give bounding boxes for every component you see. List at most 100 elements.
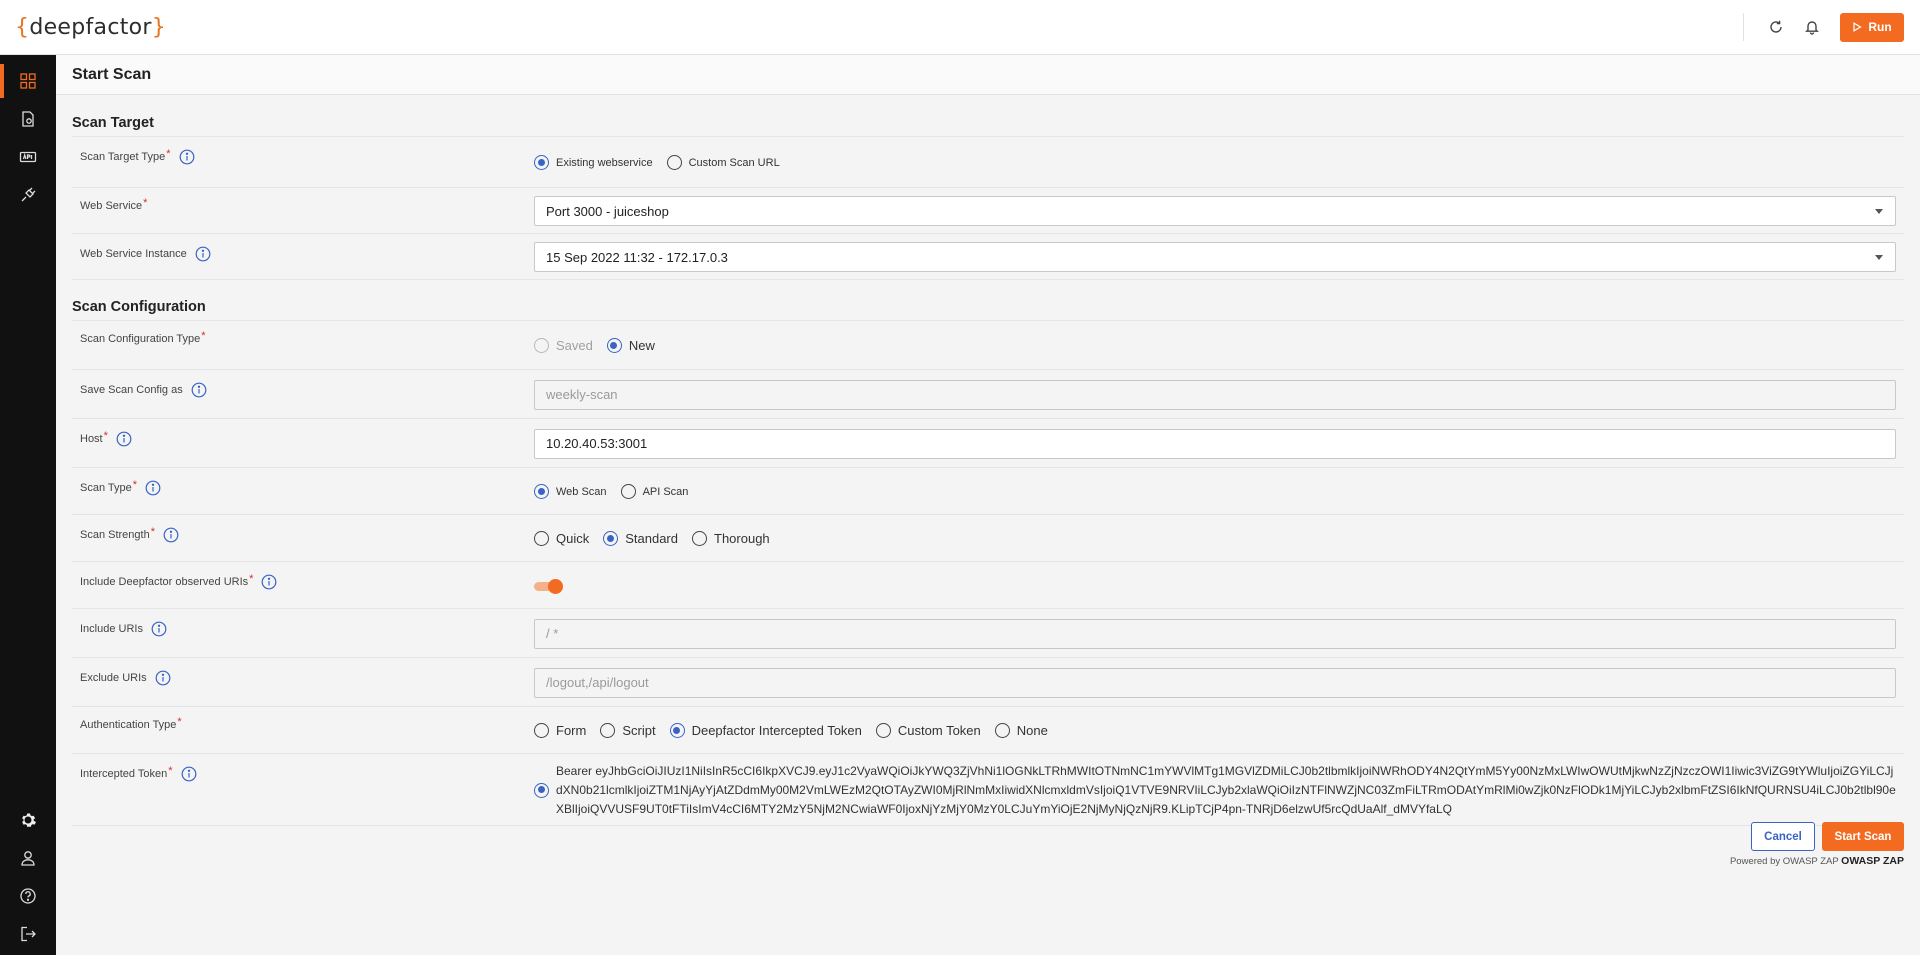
row-scan-config-type: Scan Configuration Type * Saved New bbox=[72, 321, 1904, 370]
radio-dot[interactable] bbox=[606, 338, 622, 353]
sidebar-item-dashboard[interactable] bbox=[0, 62, 56, 100]
radio-deepfactor-intercepted-token[interactable]: Deepfactor Intercepted Token bbox=[669, 723, 862, 738]
radio-label: Deepfactor Intercepted Token bbox=[691, 723, 862, 738]
label-text: Scan Strength bbox=[80, 529, 150, 541]
web-service-label: Web Service * bbox=[72, 188, 534, 212]
radio-quick[interactable]: Quick bbox=[534, 531, 589, 546]
intercepted-token-value: Bearer eyJhbGciOiJIUzI1NiIsInR5cCI6IkpXV… bbox=[556, 763, 1896, 816]
help-icon bbox=[20, 888, 36, 904]
radio-script[interactable]: Script bbox=[600, 723, 656, 738]
radio-label: Existing webservice bbox=[556, 156, 653, 169]
include-uris-label: Include URIs bbox=[72, 609, 534, 637]
sidebar-item-profile[interactable] bbox=[0, 839, 56, 877]
exclude-uris-input[interactable]: /logout,/api/logout bbox=[534, 667, 1896, 698]
info-icon[interactable] bbox=[155, 670, 171, 686]
label-text: Scan Configuration Type bbox=[80, 333, 201, 345]
label-text: Exclude URIs bbox=[80, 672, 147, 684]
radio-saved[interactable]: Saved bbox=[534, 338, 593, 353]
start-scan-button[interactable]: Start Scan bbox=[1822, 822, 1904, 851]
radio-dot[interactable] bbox=[994, 723, 1010, 738]
radio-dot[interactable] bbox=[603, 531, 619, 546]
scan-config-type-label: Scan Configuration Type * bbox=[72, 321, 534, 345]
logo-brace-close: } bbox=[151, 14, 167, 40]
radio-label: Custom Token bbox=[897, 723, 981, 738]
radio-standard[interactable]: Standard bbox=[603, 531, 678, 546]
radio-label: Form bbox=[556, 723, 587, 738]
radio-dot[interactable] bbox=[534, 338, 549, 353]
required-marker: * bbox=[143, 197, 148, 209]
run-button[interactable]: Run bbox=[1840, 12, 1904, 42]
cancel-button[interactable]: Cancel bbox=[1751, 822, 1815, 851]
info-icon[interactable] bbox=[181, 766, 197, 782]
web-service-select[interactable]: Port 3000 - juiceshop bbox=[534, 196, 1896, 226]
sidebar-item-applications[interactable] bbox=[0, 100, 56, 138]
radio-dot[interactable] bbox=[534, 723, 549, 738]
intercepted-token-label: Intercepted Token * bbox=[72, 754, 534, 782]
sidebar bbox=[0, 55, 56, 955]
required-marker: * bbox=[249, 573, 254, 585]
sidebar-item-logout[interactable] bbox=[0, 915, 56, 953]
select-value: Port 3000 - juiceshop bbox=[546, 203, 669, 219]
gear-icon bbox=[22, 813, 36, 827]
radio-dot[interactable] bbox=[666, 155, 682, 170]
info-icon[interactable] bbox=[116, 431, 132, 447]
info-icon[interactable] bbox=[191, 382, 207, 398]
logout-icon bbox=[21, 926, 36, 942]
info-icon[interactable] bbox=[195, 246, 211, 262]
radio-dot[interactable] bbox=[620, 484, 636, 499]
radio-web-scan[interactable]: Web Scan bbox=[534, 484, 607, 499]
radio-dot[interactable] bbox=[669, 723, 685, 738]
section-title-scan-target: Scan Target bbox=[72, 95, 1904, 137]
info-icon[interactable] bbox=[179, 149, 195, 165]
include-observed-uris-toggle[interactable] bbox=[534, 578, 563, 594]
radio-intercepted-token[interactable]: Bearer eyJhbGciOiJIUzI1NiIsInR5cCI6IkpXV… bbox=[534, 762, 1896, 819]
sidebar-item-settings[interactable] bbox=[0, 801, 56, 839]
save-scan-config-input[interactable]: weekly-scan bbox=[534, 379, 1896, 410]
sidebar-item-api[interactable] bbox=[0, 138, 56, 176]
api-icon bbox=[19, 151, 37, 163]
deepfactor-logo[interactable]: {deepfactor} bbox=[15, 15, 166, 40]
radio-dot[interactable] bbox=[534, 484, 549, 499]
label-text: Scan Type bbox=[80, 482, 132, 494]
radio-dot[interactable] bbox=[875, 723, 891, 738]
radio-form[interactable]: Form bbox=[534, 723, 586, 738]
info-icon[interactable] bbox=[261, 574, 277, 590]
radio-existing-webservice[interactable]: Existing webservice bbox=[534, 155, 653, 170]
radio-label: Custom Scan URL bbox=[688, 156, 780, 169]
sidebar-item-integrations[interactable] bbox=[0, 176, 56, 214]
radio-dot[interactable] bbox=[600, 723, 616, 738]
radio-label: Web Scan bbox=[556, 485, 607, 498]
dashboard-icon bbox=[20, 73, 36, 89]
radio-api-scan[interactable]: API Scan bbox=[620, 484, 688, 499]
scan-target-type-label: Scan Target Type * bbox=[72, 137, 534, 165]
row-authentication-type: Authentication Type * Form Script Deepfac… bbox=[72, 707, 1904, 754]
radio-custom-scan-url[interactable]: Custom Scan URL bbox=[666, 155, 780, 170]
radio-dot[interactable] bbox=[534, 782, 549, 798]
radio-dot[interactable] bbox=[534, 155, 549, 170]
web-service-instance-select[interactable]: 15 Sep 2022 11:32 - 172.17.0.3 bbox=[534, 242, 1896, 272]
radio-thorough[interactable]: Thorough bbox=[692, 531, 770, 546]
host-label: Host * bbox=[72, 419, 534, 447]
run-button-label: Run bbox=[1868, 20, 1892, 34]
radio-new[interactable]: New bbox=[606, 338, 655, 353]
bell-icon[interactable] bbox=[1794, 9, 1830, 45]
integrations-icon bbox=[21, 187, 36, 202]
host-input[interactable]: 10.20.40.53:3001 bbox=[534, 428, 1896, 459]
radio-none[interactable]: None bbox=[994, 723, 1048, 738]
radio-label: None bbox=[1016, 723, 1048, 738]
refresh-icon[interactable] bbox=[1758, 9, 1794, 45]
info-icon[interactable] bbox=[145, 480, 161, 496]
topbar-divider bbox=[1743, 13, 1744, 41]
include-uris-input[interactable]: / * bbox=[534, 618, 1896, 649]
sidebar-item-help[interactable] bbox=[0, 877, 56, 915]
radio-dot[interactable] bbox=[534, 531, 549, 546]
row-web-service: Web Service * Port 3000 - juiceshop bbox=[72, 188, 1904, 234]
radio-label: Thorough bbox=[714, 531, 770, 546]
info-icon[interactable] bbox=[151, 621, 167, 637]
start-scan-form: Scan Target Scan Target Type * Existing w… bbox=[72, 95, 1904, 826]
section-title-scan-configuration: Scan Configuration bbox=[72, 280, 1904, 321]
info-icon[interactable] bbox=[163, 527, 179, 543]
radio-custom-token[interactable]: Custom Token bbox=[875, 723, 981, 738]
radio-dot[interactable] bbox=[692, 531, 707, 546]
scan-strength-label: Scan Strength * bbox=[72, 515, 534, 543]
